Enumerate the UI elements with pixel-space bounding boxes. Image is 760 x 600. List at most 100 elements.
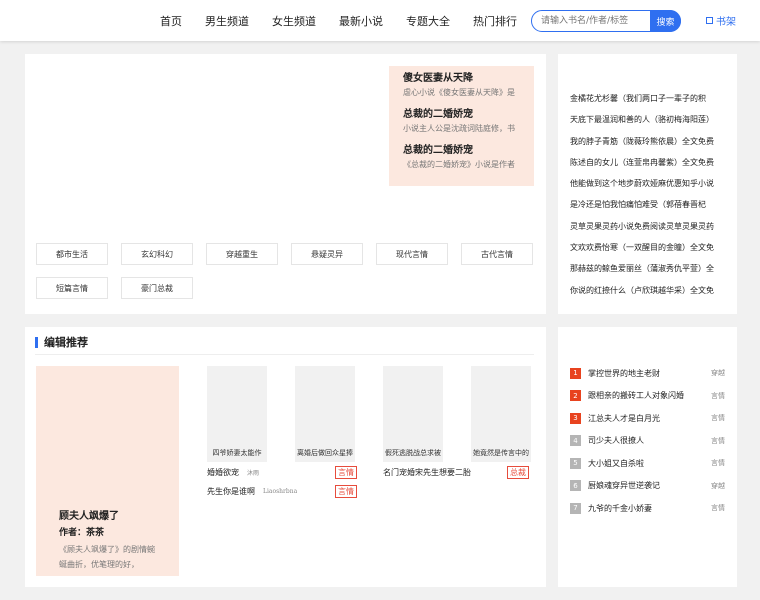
- banner-panel: 傻女医妻从天降 虐心小说《傻女医妻从天降》是 总裁的二婚娇宠 小说主人公是沈疏词…: [25, 54, 546, 314]
- rank-item[interactable]: 5 大小姐又自杀啦 言情: [570, 452, 725, 475]
- rank-type: 穿越: [711, 481, 725, 490]
- rank-item[interactable]: 3 江总夫人才是白月光 言情: [570, 407, 725, 430]
- side-list: 金橘花尤杉馨（我们两口子一辈子的积 天底下最温润和善的人（骆初梅海阳莲） 我的脖…: [570, 88, 725, 301]
- rank-item[interactable]: 7 九爷的千金小娇妻 言情: [570, 497, 725, 520]
- rank-number: 2: [570, 390, 581, 402]
- featured-desc: 虐心小说《傻女医妻从天降》是: [403, 88, 515, 97]
- rank-title: 司少夫人很撩人: [588, 436, 644, 446]
- list-item[interactable]: 金橘花尤杉馨（我们两口子一辈子的积: [570, 88, 725, 109]
- nav-female[interactable]: 女生频道: [272, 13, 316, 29]
- category-button[interactable]: 玄幻科幻: [121, 243, 193, 265]
- bookshelf-label: 书架: [716, 17, 736, 28]
- list-item[interactable]: 那赫兹的鲸鱼爱丽丝（蒲淑秀仇平萱）全: [570, 258, 725, 279]
- main-nav: 首页 男生频道 女生频道 最新小说 专题大全 热门排行: [160, 0, 540, 41]
- featured-box: 傻女医妻从天降 虐心小说《傻女医妻从天降》是 总裁的二婚娇宠 小说主人公是沈疏词…: [389, 66, 534, 186]
- book-row[interactable]: 婚婚欲宠 沐雨 言情: [207, 465, 357, 479]
- rank-type: 言情: [711, 414, 725, 423]
- book-name: 婚婚欲宠: [207, 467, 239, 477]
- list-item[interactable]: 天底下最温润和善的人（骆初梅海阳莲）: [570, 109, 725, 130]
- rank-item[interactable]: 1 掌控世界的地主老财 穿越: [570, 362, 725, 385]
- bookshelf-icon: [706, 17, 713, 24]
- rank-title: 大小姐又自杀啦: [588, 458, 644, 468]
- rank-number: 6: [570, 480, 581, 492]
- book-row[interactable]: 名门宠婚宋先生想要二胎 总裁: [383, 465, 529, 479]
- category-button[interactable]: 都市生活: [36, 243, 108, 265]
- featured-title: 总裁的二婚娇宠: [403, 145, 473, 156]
- nav-male[interactable]: 男生频道: [205, 13, 249, 29]
- rank-type: 言情: [711, 504, 725, 513]
- category-button[interactable]: 短篇言情: [36, 277, 108, 299]
- main-recommend-card[interactable]: 顾夫人飒爆了 作者：茶茶 《顾夫人飒爆了》的剧情蜿蜒曲折，优笔理的好，: [36, 366, 179, 576]
- book-author: Liaoshrbna: [263, 487, 298, 495]
- list-item[interactable]: 你说的红捺什么（卢欣琪越华采）全文免: [570, 280, 725, 301]
- category-button[interactable]: 穿越重生: [206, 243, 278, 265]
- rank-title: 九爷的千金小娇妻: [588, 503, 652, 513]
- rank-type: 言情: [711, 459, 725, 468]
- featured-item[interactable]: 总裁的二婚娇宠 《总裁的二婚娇宠》小说是作者: [403, 143, 520, 172]
- rank-title: 江总夫人才是白月光: [588, 413, 660, 423]
- book-name: 先生你是谁啊: [207, 486, 255, 496]
- cover-title: 四爷娇妻太能作: [212, 449, 262, 457]
- cover-title: 假死逃脱战总求被: [385, 449, 441, 457]
- rank-item[interactable]: 6 厨娘魂穿异世逆袭记 穿越: [570, 475, 725, 498]
- featured-desc: 《总裁的二婚娇宠》小说是作者: [403, 160, 515, 169]
- rank-number: 7: [570, 502, 581, 514]
- book-row[interactable]: 先生你是谁啊 Liaoshrbna 言情: [207, 484, 357, 498]
- featured-title: 傻女医妻从天降: [403, 73, 473, 84]
- side-list-panel: 金橘花尤杉馨（我们两口子一辈子的积 天底下最温润和善的人（骆初梅海阳莲） 我的脖…: [558, 54, 737, 314]
- rank-type: 言情: [711, 436, 725, 445]
- search-box: 搜索: [531, 10, 681, 32]
- top-navbar: 首页 男生频道 女生频道 最新小说 专题大全 热门排行 搜索 书架: [0, 0, 760, 41]
- rank-number: 3: [570, 412, 581, 424]
- category-button[interactable]: 悬疑灵异: [291, 243, 363, 265]
- book-cover[interactable]: 她竟然是传言中的: [471, 366, 531, 462]
- rank-item[interactable]: 4 司少夫人很撩人 言情: [570, 430, 725, 453]
- book-author: 作者：茶茶: [59, 528, 105, 538]
- list-item[interactable]: 我的脖子青筋（陇薇玲熊依晨）全文免费: [570, 131, 725, 152]
- list-item[interactable]: 陈述自的女儿（连萱帛冉馨紫）全文免费: [570, 152, 725, 173]
- category-button[interactable]: 古代言情: [461, 243, 533, 265]
- category-button[interactable]: 豪门总裁: [121, 277, 193, 299]
- rank-type: 言情: [711, 391, 725, 400]
- genre-tag: 言情: [335, 484, 357, 498]
- genre-tag: 言情: [335, 465, 357, 479]
- nav-latest[interactable]: 最新小说: [339, 13, 383, 29]
- book-cover[interactable]: 假死逃脱战总求被: [383, 366, 443, 462]
- divider: [35, 354, 534, 355]
- featured-title: 总裁的二婚娇宠: [403, 109, 473, 120]
- book-name: 名门宠婚宋先生想要二胎: [383, 467, 471, 477]
- rank-type: 穿越: [711, 369, 725, 378]
- ranking-list: 1 掌控世界的地主老财 穿越 2 跟相亲的搬砖工人对象闪婚 言情 3 江总夫人才…: [570, 362, 725, 520]
- genre-tag: 总裁: [507, 465, 529, 479]
- featured-item[interactable]: 傻女医妻从天降 虐心小说《傻女医妻从天降》是: [403, 71, 520, 100]
- rank-number: 1: [570, 367, 581, 379]
- category-button[interactable]: 现代言情: [376, 243, 448, 265]
- featured-item[interactable]: 总裁的二婚娇宠 小说主人公是沈疏词陆庭修，书: [403, 107, 520, 136]
- rank-number: 4: [570, 435, 581, 447]
- cover-title: 离婚后做回众星捧: [297, 449, 353, 457]
- book-cover[interactable]: 四爷娇妻太能作: [207, 366, 267, 462]
- section-marker: [35, 336, 38, 348]
- editor-recommend-panel: 编辑推荐 顾夫人飒爆了 作者：茶茶 《顾夫人飒爆了》的剧情蜿蜒曲折，优笔理的好，…: [25, 327, 546, 587]
- book-title: 顾夫人飒爆了: [59, 511, 119, 522]
- rank-number: 5: [570, 457, 581, 469]
- list-item[interactable]: 灵草灵果灵药小说免费阅读灵草灵果灵药: [570, 216, 725, 237]
- search-button[interactable]: 搜索: [650, 10, 681, 32]
- nav-home[interactable]: 首页: [160, 13, 182, 29]
- rank-item[interactable]: 2 跟相亲的搬砖工人对象闪婚 言情: [570, 385, 725, 408]
- rank-title: 厨娘魂穿异世逆袭记: [588, 481, 660, 491]
- search-input[interactable]: [532, 11, 650, 31]
- book-cover[interactable]: 离婚后做回众星捧: [295, 366, 355, 462]
- book-desc: 《顾夫人飒爆了》的剧情蜿蜒曲折，优笔理的好，: [59, 545, 155, 569]
- rank-title: 跟相亲的搬砖工人对象闪婚: [588, 391, 684, 401]
- bookshelf-link[interactable]: 书架: [706, 13, 736, 28]
- featured-desc: 小说主人公是沈疏词陆庭修，书: [403, 124, 515, 133]
- nav-topics[interactable]: 专题大全: [406, 13, 450, 29]
- list-item[interactable]: 文欢欢费怡寒（一双醒目的金瞳）全文免: [570, 237, 725, 258]
- nav-ranking[interactable]: 热门排行: [473, 13, 517, 29]
- ranking-panel: 1 掌控世界的地主老财 穿越 2 跟相亲的搬砖工人对象闪婚 言情 3 江总夫人才…: [558, 327, 737, 587]
- list-item[interactable]: 是冷还是怕我怕痛怕难受（郭蓓春晋杞: [570, 194, 725, 215]
- section-title: 编辑推荐: [44, 336, 88, 349]
- list-item[interactable]: 他能做到这个地步蔚欢娅麻优惠知乎小说: [570, 173, 725, 194]
- section-header: 编辑推荐: [35, 334, 88, 350]
